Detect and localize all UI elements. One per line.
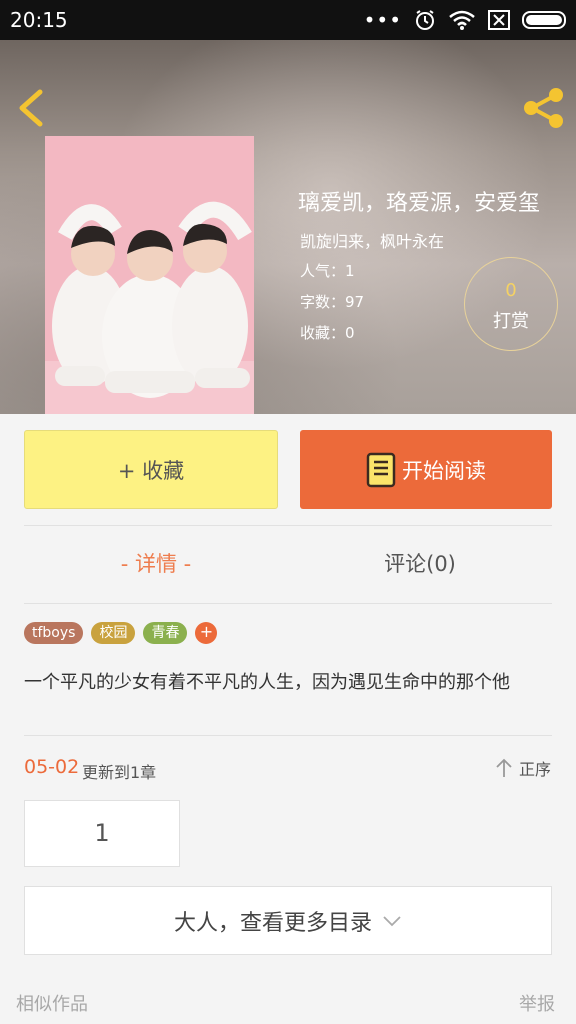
chapter-item[interactable]: 1 bbox=[24, 800, 180, 867]
book-description: 一个平凡的少女有着不平凡的人生，因为遇见生命中的那个他 bbox=[24, 672, 510, 693]
tag-item[interactable]: 青春 bbox=[143, 622, 188, 644]
update-text: 更新到1章 bbox=[82, 763, 157, 782]
more-catalog-label: 大人，查看更多目录 bbox=[173, 910, 372, 936]
chevron-down-icon bbox=[383, 915, 401, 926]
sort-toggle[interactable]: 正序 bbox=[495, 756, 551, 780]
back-arrow-icon[interactable] bbox=[12, 86, 48, 130]
book-cover[interactable] bbox=[45, 136, 254, 414]
share-icon[interactable] bbox=[520, 84, 568, 132]
arrow-up-icon bbox=[496, 758, 512, 777]
tag-item[interactable]: tfboys bbox=[24, 622, 84, 644]
alarm-icon bbox=[416, 10, 434, 30]
sort-label: 正序 bbox=[519, 760, 552, 779]
add-tag-button[interactable]: + bbox=[195, 622, 218, 644]
more-dots-icon: ••• bbox=[363, 8, 402, 32]
more-catalog-button[interactable]: 大人，查看更多目录 bbox=[24, 886, 552, 955]
no-sim-icon bbox=[488, 10, 510, 30]
book-title: 璃爱凯，珞爱源，安爱玺 bbox=[298, 191, 541, 216]
collect-label: + 收藏 bbox=[117, 458, 185, 483]
battery-icon bbox=[522, 11, 566, 29]
tab-comments[interactable]: 评论(0) bbox=[264, 548, 576, 578]
status-bar: 20:15 ••• bbox=[0, 0, 576, 40]
reward-label: 打赏 bbox=[493, 311, 529, 332]
divider bbox=[24, 525, 552, 526]
start-reading-label: 开始阅读 bbox=[402, 458, 486, 483]
tag-item[interactable]: 校园 bbox=[91, 622, 136, 644]
tag-list: tfboys 校园 青春 + bbox=[24, 622, 218, 644]
divider bbox=[24, 735, 552, 736]
stat-collections: 收藏：0 bbox=[300, 324, 355, 342]
status-icons: ••• bbox=[364, 8, 566, 32]
start-reading-button[interactable]: 开始阅读 bbox=[300, 430, 552, 509]
stat-word-count: 字数：97 bbox=[300, 293, 365, 311]
update-date: 05-02 bbox=[24, 756, 80, 778]
similar-works-label: 相似作品 bbox=[16, 994, 88, 1015]
reward-button[interactable]: 0 打赏 bbox=[464, 257, 558, 351]
wifi-icon bbox=[449, 10, 475, 30]
status-time: 20:15 bbox=[10, 8, 68, 32]
book-icon bbox=[366, 452, 396, 487]
report-link[interactable]: 举报 bbox=[519, 990, 555, 1016]
stat-popularity: 人气：1 bbox=[300, 262, 355, 280]
collect-button[interactable]: + 收藏 bbox=[24, 430, 278, 509]
cover-image bbox=[45, 136, 254, 414]
book-subtitle: 凯旋归来，枫叶永在 bbox=[300, 232, 445, 251]
book-header: 璃爱凯，珞爱源，安爱玺 凯旋归来，枫叶永在 人气：1 字数：97 收藏：0 0 … bbox=[0, 40, 576, 414]
divider bbox=[24, 603, 552, 604]
reward-count: 0 bbox=[505, 280, 517, 301]
